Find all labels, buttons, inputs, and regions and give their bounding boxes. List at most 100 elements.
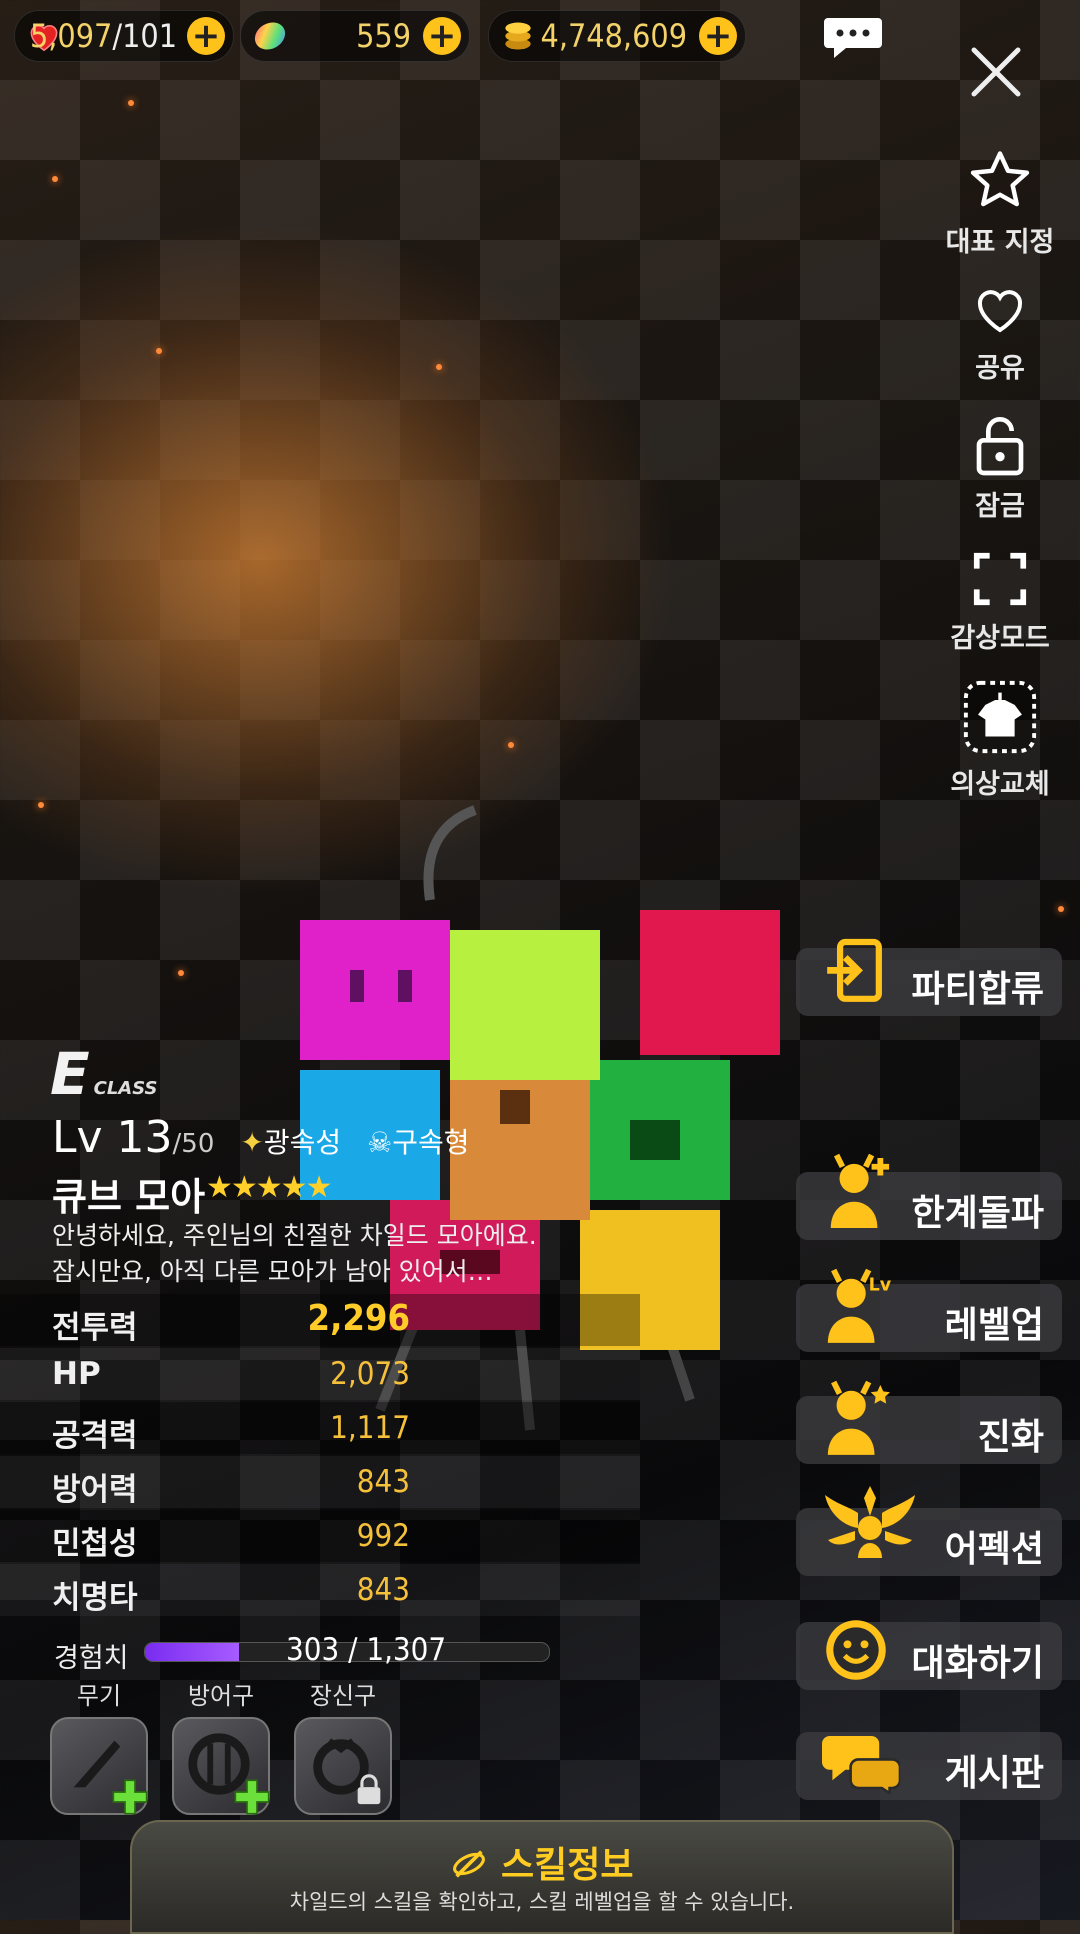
element-tag: ✦광속성	[240, 1126, 341, 1159]
gold-coin-icon	[499, 17, 537, 55]
smile-icon	[826, 1620, 886, 1680]
change-costume-button[interactable]: 의상교체	[930, 678, 1070, 801]
lock-button[interactable]: 잠금	[930, 412, 1070, 523]
svg-text:Lv: Lv	[869, 1275, 892, 1295]
armor-slot-button[interactable]	[172, 1717, 270, 1815]
level-line: Lv 13/50 ✦광속성 ☠구속형	[52, 1112, 470, 1163]
fullscreen-icon	[973, 552, 1027, 606]
accessory-slot-button[interactable]	[294, 1717, 392, 1815]
ember-spark	[38, 802, 44, 808]
level-up-button[interactable]: Lv 레벨업	[796, 1268, 1062, 1352]
close-icon[interactable]	[966, 42, 1026, 102]
class-badge: E CLASS	[50, 1040, 158, 1108]
light-element-icon: ✦	[240, 1126, 264, 1159]
type-tag: ☠구속형	[367, 1126, 469, 1159]
stamina-max: /101	[112, 17, 177, 55]
evolve-label: 진화	[977, 1417, 1044, 1458]
weapon-slot[interactable]: 무기	[44, 1676, 154, 1815]
enter-icon	[827, 938, 882, 1002]
gem-value: 559	[356, 17, 411, 55]
level-text: Lv 13	[52, 1112, 173, 1163]
talk-button[interactable]: 대화하기	[796, 1620, 1062, 1690]
stamina-counter: 5,097/101 +	[14, 10, 234, 62]
skill-title-text: 스킬정보	[501, 1845, 634, 1886]
stat-value: 2,296	[307, 1298, 410, 1339]
costume-icon	[963, 680, 1037, 754]
stat-value: 843	[356, 1572, 410, 1608]
stat-label: 전투력	[52, 1310, 138, 1346]
viewing-mode-button[interactable]: 감상모드	[930, 548, 1070, 655]
skill-swirl-icon	[450, 1845, 501, 1886]
class-word: CLASS	[93, 1078, 158, 1099]
level-up-icon: Lv	[827, 1268, 892, 1343]
ember-spark	[128, 100, 134, 106]
ember-spark	[508, 742, 514, 748]
evolve-button[interactable]: 진화	[796, 1380, 1062, 1464]
board-label: 게시판	[944, 1753, 1044, 1794]
lock-icon	[357, 1774, 381, 1805]
stat-row-attack: 공격력 1,117	[0, 1402, 640, 1454]
stat-row-agility: 민첩성 992	[0, 1510, 640, 1562]
skill-info-panel[interactable]: 스킬정보 차일드의 스킬을 확인하고, 스킬 레벨업을 할 수 있습니다.	[130, 1820, 954, 1934]
experience-label: 경험치	[54, 1643, 129, 1674]
ember-spark	[156, 348, 162, 354]
armor-slot[interactable]: 방어구	[166, 1676, 276, 1815]
level-max: /50	[172, 1129, 215, 1159]
stat-label: 치명타	[52, 1580, 138, 1616]
experience-value: 303 / 1,307	[286, 1632, 447, 1668]
stat-label: HP	[52, 1356, 101, 1392]
add-plus-icon	[112, 1779, 148, 1815]
ember-spark	[52, 176, 58, 182]
gold-counter: 4,748,609 +	[488, 10, 746, 62]
stamina-value: 5,097	[29, 17, 113, 55]
level-up-label: 레벨업	[944, 1305, 1044, 1346]
stat-value: 1,117	[330, 1410, 410, 1446]
weapon-label: 무기	[76, 1682, 122, 1710]
gem-counter: 559 +	[240, 10, 470, 62]
greeting-text: 안녕하세요, 주인님의 친절한 차일드 모아에요. 잠시만요, 아직 다른 모아…	[52, 1218, 537, 1290]
rainbow-gem-icon	[251, 17, 289, 55]
chat-icon[interactable]	[822, 16, 884, 60]
stat-value: 992	[356, 1518, 410, 1554]
character-name: 큐브 모아	[52, 1175, 206, 1219]
limit-break-button[interactable]: 한계돌파	[796, 1153, 1062, 1240]
element-label: 광속성	[263, 1126, 342, 1159]
limit-break-label: 한계돌파	[911, 1193, 1044, 1234]
stat-row-hp: HP 2,073	[0, 1348, 640, 1400]
ember-spark	[1058, 906, 1064, 912]
board-icon	[822, 1736, 900, 1794]
limit-break-icon	[830, 1153, 890, 1228]
skull-icon: ☠	[367, 1126, 393, 1159]
stat-value: 843	[356, 1464, 410, 1500]
set-representative-label: 대표 지정	[945, 227, 1055, 258]
affection-icon	[825, 1486, 915, 1558]
lock-icon	[976, 417, 1024, 476]
share-button[interactable]: 공유	[930, 280, 1070, 385]
gold-value: 4,748,609	[540, 17, 687, 55]
experience-bar-fill	[145, 1643, 239, 1661]
ember-spark	[436, 364, 442, 370]
affection-label: 어펙션	[944, 1529, 1044, 1570]
greeting-line: 잠시만요, 아직 다른 모아가 남아 있어서…	[52, 1257, 493, 1286]
skill-info-subtitle: 차일드의 스킬을 확인하고, 스킬 레벨업을 할 수 있습니다.	[289, 1890, 795, 1914]
ember-spark	[178, 970, 184, 976]
join-party-button[interactable]: 파티합류	[796, 938, 1062, 1016]
stat-label: 방어력	[52, 1472, 138, 1508]
star-rating: ★★★★★	[206, 1170, 332, 1205]
stat-value: 2,073	[330, 1356, 410, 1392]
add-gems-button[interactable]: +	[423, 17, 461, 55]
affection-button[interactable]: 어펙션	[796, 1486, 1062, 1576]
add-stamina-button[interactable]: +	[187, 17, 225, 55]
stat-row-combat-power: 전투력 2,296	[0, 1294, 640, 1346]
set-representative-button[interactable]: 대표 지정	[930, 148, 1070, 259]
add-gold-button[interactable]: +	[699, 17, 737, 55]
share-label: 공유	[975, 353, 1025, 384]
type-label: 구속형	[392, 1126, 470, 1159]
star-icon	[970, 151, 1030, 207]
accessory-slot[interactable]: 장신구	[288, 1676, 398, 1815]
stat-row-critical: 치명타 843	[0, 1564, 640, 1616]
board-button[interactable]: 게시판	[796, 1732, 1062, 1800]
stat-label: 민첩성	[52, 1526, 138, 1562]
weapon-slot-button[interactable]	[50, 1717, 148, 1815]
lock-label: 잠금	[975, 491, 1025, 522]
